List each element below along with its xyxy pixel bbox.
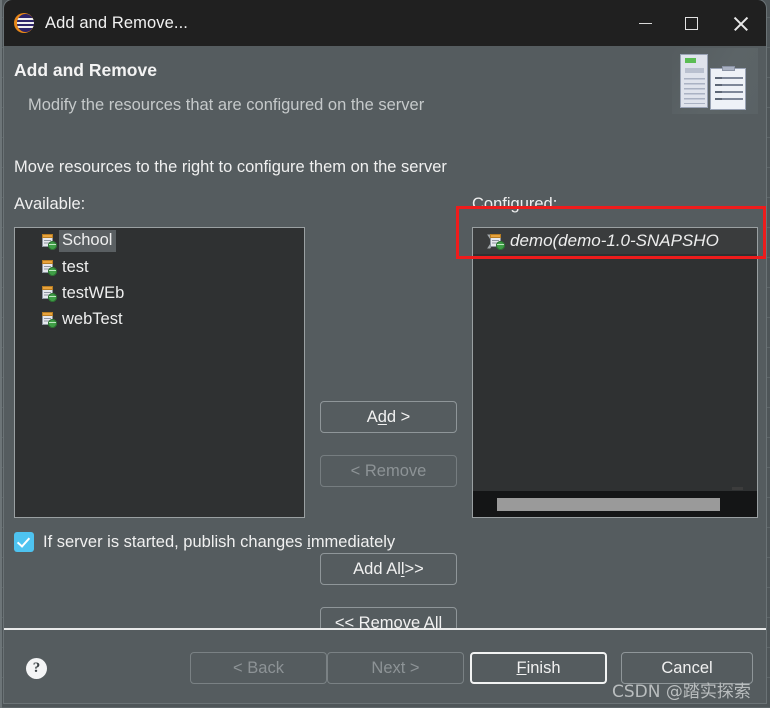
list-item-label: School [59, 230, 117, 252]
list-item-label: webTest [62, 309, 123, 328]
dialog-body: Move resources to the right to configure… [4, 145, 766, 639]
configured-label: Configured: [472, 195, 558, 213]
list-item-label: test [62, 257, 89, 276]
web-project-icon [41, 233, 57, 250]
next-button[interactable]: Next > [327, 652, 464, 684]
finish-button[interactable]: Finish [470, 652, 607, 684]
back-button[interactable]: < Back [190, 652, 327, 684]
list-item-label: testWEb [62, 283, 125, 302]
maximize-button[interactable] [668, 0, 714, 46]
minimize-icon [638, 22, 652, 24]
remove-button[interactable]: < Remove [320, 455, 457, 487]
add-button[interactable]: Add > [320, 401, 457, 433]
horizontal-scrollbar[interactable] [473, 487, 757, 517]
publish-immediately-checkbox[interactable] [14, 532, 34, 552]
instruction-text: Move resources to the right to configure… [14, 158, 447, 176]
add-and-remove-dialog: Add and Remove... Add and Remove Modify … [4, 0, 766, 703]
help-icon[interactable]: ? [26, 658, 47, 679]
screenshot-root: Add and Remove... Add and Remove Modify … [0, 0, 770, 708]
banner-subtitle: Modify the resources that are configured… [28, 96, 425, 114]
available-label: Available: [14, 195, 86, 213]
dialog-banner: Add and Remove Modify the resources that… [4, 46, 766, 191]
web-project-icon [41, 285, 57, 302]
scrollbar-thumb[interactable] [497, 497, 720, 511]
close-button[interactable] [714, 0, 766, 46]
web-project-icon [489, 233, 505, 250]
close-icon [732, 15, 749, 32]
list-item[interactable]: webTest [15, 306, 304, 332]
list-item[interactable]: testWEb [15, 280, 304, 306]
window-controls [622, 0, 766, 46]
list-item[interactable]: School [15, 228, 304, 254]
list-item[interactable]: test [15, 254, 304, 280]
available-list[interactable]: School test testWEb webTest [14, 227, 305, 518]
banner-title: Add and Remove [14, 60, 157, 80]
window-title: Add and Remove... [45, 13, 188, 32]
publish-immediately-row[interactable]: If server is started, publish changes im… [14, 532, 395, 552]
list-item-label: demo(demo-1.0-SNAPSHO [510, 231, 719, 250]
minimize-button[interactable] [622, 0, 668, 46]
web-project-icon [41, 259, 57, 276]
web-project-icon [41, 311, 57, 328]
list-item[interactable]: ❯ demo(demo-1.0-SNAPSHO [473, 228, 757, 254]
server-illustration-icon [672, 48, 758, 114]
publish-immediately-label: If server is started, publish changes im… [43, 532, 396, 551]
title-bar[interactable]: Add and Remove... [4, 0, 766, 46]
scrollbar-nub [732, 487, 743, 490]
add-all-button[interactable]: Add Al l >> [320, 553, 457, 585]
csdn-watermark: CSDN @踏实探索 [612, 682, 751, 702]
maximize-icon [684, 16, 698, 30]
eclipse-logo-icon [14, 13, 34, 33]
configured-list[interactable]: ❯ demo(demo-1.0-SNAPSHO [472, 227, 758, 518]
